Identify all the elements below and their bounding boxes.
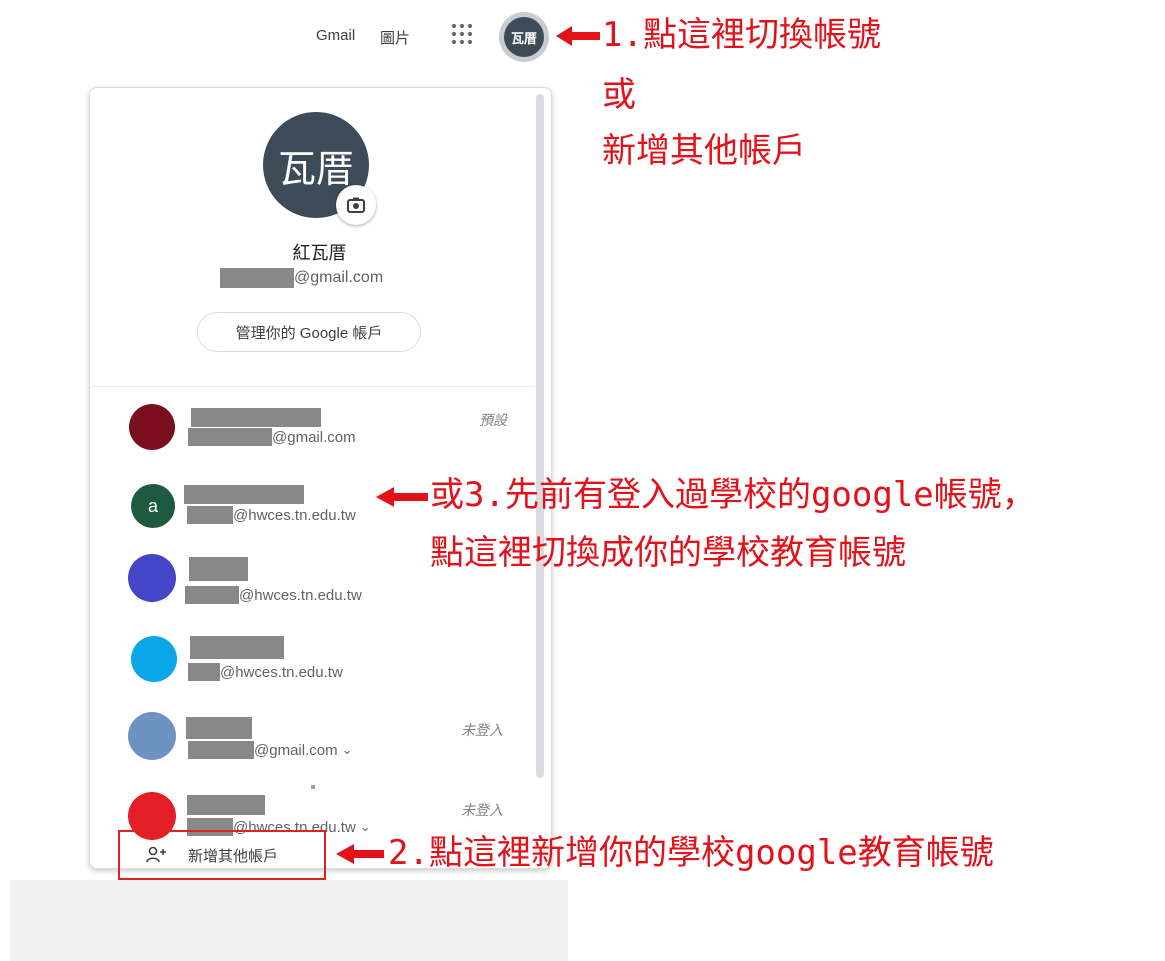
add-account-button[interactable]: 新增其他帳戶 — [118, 830, 326, 880]
account-email: @gmail.com — [188, 428, 356, 446]
account-email-suffix: @gmail.com — [254, 741, 338, 759]
account-email-suffix: @hwces.tn.edu.tw — [233, 506, 356, 524]
redacted-block — [185, 586, 239, 604]
gmail-link[interactable]: Gmail — [316, 27, 355, 44]
chevron-down-icon[interactable]: ⌄ — [342, 742, 353, 758]
apps-grid-icon[interactable] — [452, 24, 472, 44]
redacted-name — [187, 795, 265, 815]
profile-email-suffix: @gmail.com — [294, 269, 384, 286]
redacted-name — [189, 557, 248, 581]
account-avatar — [128, 712, 176, 760]
account-email: @hwces.tn.edu.tw — [185, 586, 362, 604]
redacted-block — [188, 663, 220, 681]
profile-email: @gmail.com — [220, 268, 383, 288]
profile-name: 紅瓦厝 — [292, 243, 347, 263]
redacted-name — [190, 636, 284, 659]
annotation-step1-line1: 1.點這裡切換帳號 — [602, 15, 881, 55]
redacted-name — [184, 485, 304, 504]
account-email: @hwces.tn.edu.tw — [188, 663, 343, 681]
account-email: @gmail.com ⌄ — [188, 741, 352, 759]
camera-icon[interactable] — [336, 185, 376, 225]
divider — [89, 386, 537, 387]
panel-scrollbar[interactable] — [536, 94, 544, 778]
redacted-block — [188, 741, 254, 759]
add-person-icon — [146, 846, 166, 863]
annotation-step1-line3: 新增其他帳戶 — [602, 131, 806, 171]
chevron-down-icon[interactable]: ⌄ — [360, 819, 371, 835]
account-email-suffix: @hwces.tn.edu.tw — [239, 586, 362, 604]
account-email-suffix: @gmail.com — [272, 428, 356, 446]
redacted-block — [220, 268, 294, 288]
annotation-step2: 2.點這裡新增你的學校google教育帳號 — [388, 833, 994, 873]
redacted-block — [188, 428, 272, 446]
add-account-label: 新增其他帳戶 — [188, 847, 279, 865]
account-avatar — [129, 404, 175, 450]
red-arrow-icon — [376, 487, 428, 507]
account-avatar: a — [131, 484, 175, 528]
account-avatar-button[interactable]: 瓦厝 — [499, 12, 549, 62]
account-email: @hwces.tn.edu.tw — [187, 506, 356, 524]
manage-account-button[interactable]: 管理你的 Google 帳戶 — [197, 312, 421, 352]
redacted-block — [187, 506, 233, 524]
account-tag: 未登入 — [461, 722, 503, 738]
account-tag: 預設 — [479, 412, 507, 428]
annotation-step3-line2: 點這裡切換成你的學校教育帳號 — [430, 533, 906, 573]
red-arrow-icon — [336, 844, 384, 864]
redacted-name — [186, 717, 252, 739]
annotation-step3-line1: 或3.先前有登入過學校的google帳號， — [430, 475, 1036, 515]
redacted-name — [191, 408, 321, 427]
annotation-step1-line2: 或 — [602, 75, 636, 115]
images-link[interactable]: 圖片 — [380, 27, 410, 48]
account-avatar — [128, 554, 176, 602]
account-tag: 未登入 — [461, 802, 503, 818]
account-avatar-initials: 瓦厝 — [504, 17, 544, 57]
background-block — [10, 880, 568, 961]
account-avatar — [131, 636, 177, 682]
scroll-dot — [311, 785, 315, 789]
red-arrow-icon — [556, 26, 600, 46]
account-email-suffix: @hwces.tn.edu.tw — [220, 663, 343, 681]
